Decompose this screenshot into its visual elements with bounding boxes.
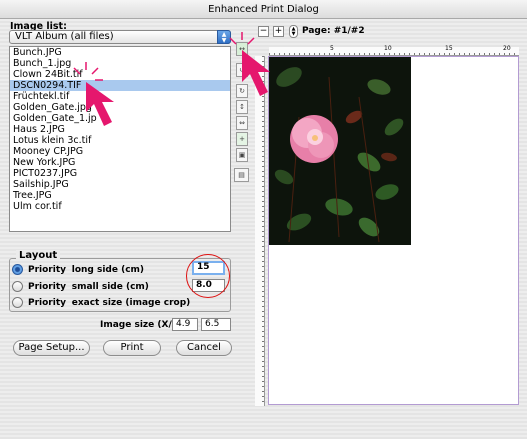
radio-exact-size[interactable]: Priority exact size (image crop) — [12, 297, 190, 309]
list-item[interactable]: Tree.JPG — [10, 190, 230, 201]
grid-icon[interactable]: ▤ — [234, 168, 249, 182]
radio-selected-icon — [12, 264, 23, 275]
preview-photo[interactable] — [269, 57, 411, 245]
page-stepper-icon[interactable]: ▲ ▼ — [289, 25, 298, 38]
radio-small-side[interactable]: Priority small side (cm) — [12, 281, 149, 293]
highlight-ring — [186, 254, 230, 298]
window-title: Enhanced Print Dialog — [0, 0, 527, 19]
list-item[interactable]: Sailship.JPG — [10, 179, 230, 190]
list-item[interactable]: Bunch.JPG — [10, 47, 230, 58]
list-item[interactable]: New York.JPG — [10, 157, 230, 168]
image-size-y: 6.5 — [201, 318, 231, 331]
layout-group-title: Layout — [16, 250, 61, 261]
ruler-mark: 15 — [445, 45, 453, 52]
page-setup-button[interactable]: Page Setup... — [13, 340, 90, 356]
radio-icon — [12, 297, 23, 308]
align-horizontal-icon[interactable]: ⇔ — [236, 116, 248, 130]
list-item[interactable]: Mooney CP.JPG — [10, 146, 230, 157]
rose-image — [269, 57, 411, 245]
fit-page-icon[interactable]: ▣ — [236, 148, 248, 162]
priority-label: Priority — [28, 298, 66, 308]
pointer-arrow-icon — [229, 32, 270, 96]
list-item[interactable]: PICT0237.JPG — [10, 168, 230, 179]
album-popup[interactable]: VLT Album (all files) ▲ ▼ — [9, 30, 231, 44]
priority-label: Priority — [28, 265, 66, 275]
album-popup-value: VLT Album (all files) — [15, 31, 114, 42]
priority-label: Priority — [28, 282, 66, 292]
ruler-mark: 10 — [384, 45, 392, 52]
horizontal-ruler: 5 10 15 20 — [269, 45, 519, 56]
option-desc: small side (cm) — [71, 282, 149, 292]
page-indicator: Page: #1/#2 — [302, 26, 365, 36]
list-item[interactable]: Ulm cor.tif — [10, 201, 230, 212]
ruler-mark: 5 — [330, 45, 334, 52]
print-button[interactable]: Print — [103, 340, 161, 356]
radio-long-side[interactable]: Priority long side (cm) — [12, 264, 144, 276]
image-size-x: 4.9 — [172, 318, 198, 331]
radio-icon — [12, 281, 23, 292]
pointer-arrow-icon — [73, 62, 114, 126]
cancel-button[interactable]: Cancel — [176, 340, 232, 356]
center-icon[interactable]: + — [236, 132, 248, 146]
option-desc: exact size (image crop) — [71, 298, 191, 308]
ruler-mark: 20 — [503, 45, 511, 52]
option-desc: long side (cm) — [71, 265, 145, 275]
